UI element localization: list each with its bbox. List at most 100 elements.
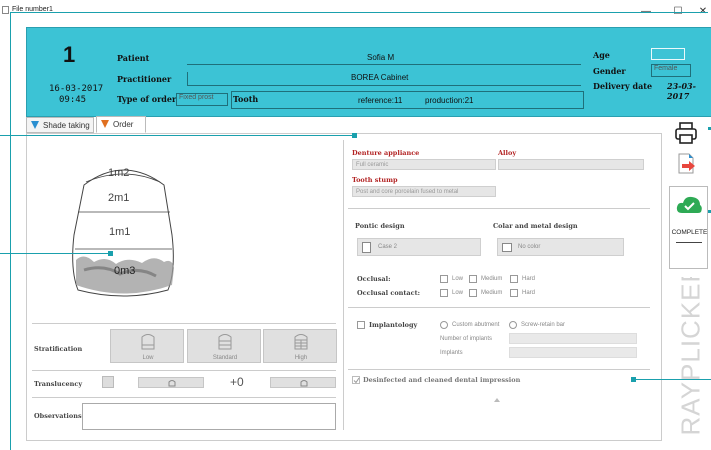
number-of-implants-input[interactable] bbox=[509, 333, 637, 344]
tooth-small-icon bbox=[300, 380, 308, 387]
stratification-standard-button[interactable]: Standard bbox=[187, 329, 261, 363]
export-icon[interactable] bbox=[676, 153, 698, 175]
alloy-label: Alloy bbox=[498, 149, 517, 157]
tab-shade-taking[interactable]: Shade taking bbox=[26, 117, 94, 133]
annotation-marker bbox=[631, 377, 636, 382]
divider bbox=[32, 323, 336, 324]
collar-design-value: No color bbox=[518, 244, 541, 250]
age-label: Age bbox=[593, 50, 610, 60]
title-bar: File number1 — ☐ ✕ bbox=[0, 0, 711, 28]
translucency-minus-button[interactable] bbox=[138, 377, 204, 388]
occlusal-hard-label: Hard bbox=[522, 276, 536, 282]
practitioner-field[interactable]: BOREA Cabinet bbox=[187, 72, 581, 86]
implants-input[interactable] bbox=[509, 347, 637, 358]
occlusal-contact-label: Occlusal contact: bbox=[357, 289, 420, 297]
zone-label: 1m2 bbox=[108, 167, 129, 179]
tooth-standard-icon bbox=[218, 334, 232, 350]
denture-appliance-label: Denture appliance bbox=[352, 149, 420, 157]
contact-low-checkbox[interactable] bbox=[440, 289, 448, 297]
zone-label: 1m1 bbox=[109, 226, 130, 238]
screw-retain-bar-label: Screw-retain bar bbox=[521, 322, 566, 328]
tab-order-label: Order bbox=[113, 120, 134, 129]
pontic-shape-icon bbox=[362, 242, 371, 253]
contact-hard-label: Hard bbox=[522, 290, 536, 296]
tooth-stump-select[interactable]: Post and core porcelain fused to metal bbox=[352, 186, 496, 197]
delivery-date-value[interactable]: 23-03-2017 bbox=[667, 81, 711, 101]
triangle-down-icon bbox=[31, 121, 39, 129]
implantology-checkbox[interactable] bbox=[357, 321, 365, 329]
tooth-reference: reference:11 bbox=[358, 96, 403, 105]
custom-abutment-radio[interactable] bbox=[440, 321, 448, 329]
type-of-order-field[interactable]: Fixed prost bbox=[176, 93, 228, 106]
translucency-plus-button[interactable] bbox=[270, 377, 336, 388]
patient-underline bbox=[187, 64, 581, 65]
number-of-implants-label: Number of implants bbox=[440, 336, 493, 342]
custom-abutment-label: Custom abutment bbox=[452, 322, 500, 328]
annotation-line bbox=[634, 379, 711, 380]
contact-hard-checkbox[interactable] bbox=[510, 289, 518, 297]
stratification-low-button[interactable]: Low bbox=[110, 329, 184, 363]
cloud-complete-icon bbox=[676, 196, 702, 213]
caret-up-icon[interactable] bbox=[494, 398, 500, 402]
practitioner-value: BOREA Cabinet bbox=[351, 73, 409, 82]
implants-label: Implants bbox=[440, 350, 463, 356]
order-header: 1 16-03-2017 09:45 Patient Sofia M Pract… bbox=[26, 27, 711, 117]
annotation-line bbox=[10, 12, 708, 13]
alloy-select[interactable] bbox=[498, 159, 644, 170]
contact-medium-label: Medium bbox=[481, 290, 503, 296]
tooth-field[interactable]: reference:11 production:21 bbox=[231, 91, 584, 109]
checkmark-icon bbox=[353, 377, 360, 384]
patient-value[interactable]: Sofia M bbox=[367, 53, 394, 62]
order-time: 09:45 bbox=[59, 95, 87, 105]
gender-select[interactable]: Female bbox=[651, 64, 691, 77]
collar-design-select[interactable]: No color bbox=[497, 238, 624, 256]
stratification-label: Stratification bbox=[34, 345, 83, 353]
annotation-line bbox=[0, 253, 110, 254]
collar-design-label: Colar and metal design bbox=[493, 222, 578, 230]
complete-button[interactable]: COMPLETE bbox=[669, 186, 708, 269]
pontic-design-value: Case 2 bbox=[378, 244, 398, 250]
collar-shape-icon bbox=[502, 243, 512, 252]
denture-appliance-select[interactable]: Full ceramic bbox=[352, 159, 496, 170]
tooth-small-icon bbox=[168, 380, 176, 387]
tooth-shade-diagram: 1m2 2m1 1m1 0m3 bbox=[72, 167, 174, 297]
practitioner-label: Practitioner bbox=[117, 74, 172, 84]
annotation-marker bbox=[352, 133, 357, 138]
pontic-design-select[interactable]: Case 2 bbox=[357, 238, 481, 256]
desinfected-checkbox[interactable] bbox=[352, 376, 360, 384]
annotation-marker bbox=[108, 251, 113, 256]
stratification-low-label: Low bbox=[142, 355, 154, 361]
observations-input[interactable] bbox=[82, 403, 336, 430]
tooth-high-icon bbox=[294, 334, 308, 350]
occlusal-low-checkbox[interactable] bbox=[440, 275, 448, 283]
order-date: 16-03-2017 bbox=[49, 84, 104, 94]
tab-order[interactable]: Order bbox=[96, 116, 146, 133]
zone-label: 2m1 bbox=[108, 192, 129, 204]
translucency-label: Translucency bbox=[34, 380, 83, 388]
age-field[interactable] bbox=[651, 48, 685, 60]
occlusal-medium-checkbox[interactable] bbox=[469, 275, 477, 283]
tooth-production: production:21 bbox=[425, 96, 474, 105]
pontic-design-label: Pontic design bbox=[355, 222, 405, 230]
tooth-low-icon bbox=[141, 334, 155, 350]
gender-label: Gender bbox=[593, 66, 626, 76]
occlusal-label: Occlusal: bbox=[357, 275, 391, 283]
zone-label: 0m3 bbox=[114, 265, 135, 277]
file-icon bbox=[2, 6, 9, 14]
panel-divider bbox=[343, 140, 344, 430]
printer-icon[interactable] bbox=[674, 121, 698, 145]
complete-label: COMPLETE bbox=[671, 229, 708, 236]
implantology-label: Implantology bbox=[369, 321, 418, 329]
divider bbox=[32, 370, 336, 371]
stratification-high-button[interactable]: High bbox=[263, 329, 337, 363]
triangle-down-icon bbox=[101, 120, 109, 128]
tooth-stump-label: Tooth stump bbox=[352, 176, 398, 184]
tab-shade-taking-label: Shade taking bbox=[43, 121, 90, 130]
desinfected-label: Desinfected and cleaned dental impressio… bbox=[363, 376, 521, 384]
divider bbox=[348, 369, 650, 370]
screw-retain-bar-radio[interactable] bbox=[509, 321, 517, 329]
patient-label: Patient bbox=[117, 53, 150, 63]
occlusal-hard-checkbox[interactable] bbox=[510, 275, 518, 283]
translucency-decrease-button[interactable] bbox=[102, 376, 114, 388]
contact-medium-checkbox[interactable] bbox=[469, 289, 477, 297]
